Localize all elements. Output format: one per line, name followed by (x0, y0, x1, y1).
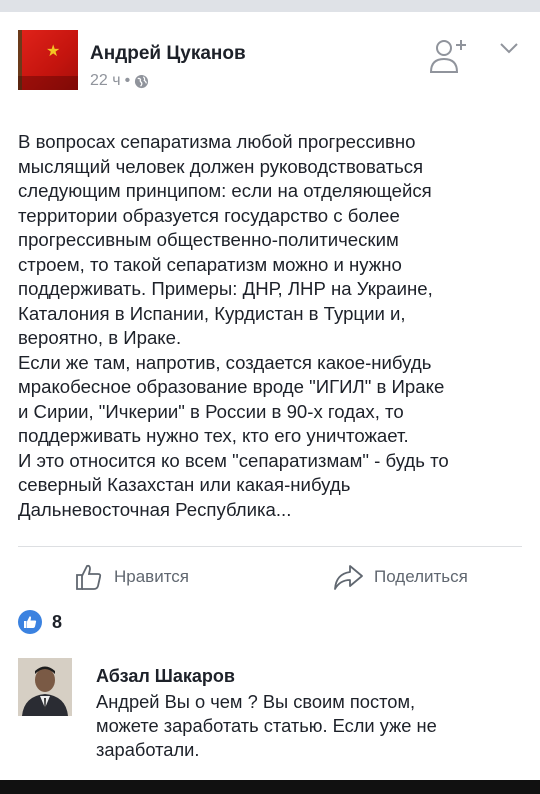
bottom-edge (0, 780, 540, 794)
post-time[interactable]: 22 ч (90, 72, 121, 90)
post-author-name[interactable]: Андрей Цуканов (90, 43, 246, 65)
like-label: Нравится (114, 567, 190, 586)
like-count: 8 (52, 611, 63, 632)
avatar-shadow (18, 76, 78, 90)
share-arrow-icon (334, 565, 363, 590)
reactions-section: 8 Абзал Шакаров Андрей Вы о чем ? Вы сво… (0, 592, 540, 794)
add-friend-icon[interactable] (428, 36, 468, 76)
author-avatar[interactable]: ★ (18, 30, 78, 90)
thumbs-up-icon (76, 564, 102, 590)
star-icon: ★ (46, 43, 61, 60)
like-button[interactable]: Нравится (74, 560, 189, 594)
meta-separator: • (124, 72, 131, 89)
like-reaction-icon (18, 610, 42, 634)
comment-author-name[interactable]: Абзал Шакаров (96, 666, 235, 687)
share-button[interactable]: Поделиться (332, 560, 468, 594)
globe-icon (135, 74, 149, 88)
post-text: В вопросах сепаратизма любой прогрессивн… (18, 131, 449, 520)
reaction-summary[interactable]: 8 (18, 610, 62, 634)
feed-background (0, 0, 540, 12)
divider (18, 546, 522, 547)
chevron-down-icon[interactable] (498, 40, 520, 56)
commenter-avatar[interactable] (18, 658, 72, 716)
share-label: Поделиться (374, 567, 468, 586)
comment-text: Андрей Вы о чем ? Вы своим постом, может… (96, 691, 437, 760)
post-meta: 22 ч • (90, 72, 149, 90)
post-card: ★ Андрей Цуканов 22 ч • В вопросах сепар… (0, 12, 540, 592)
